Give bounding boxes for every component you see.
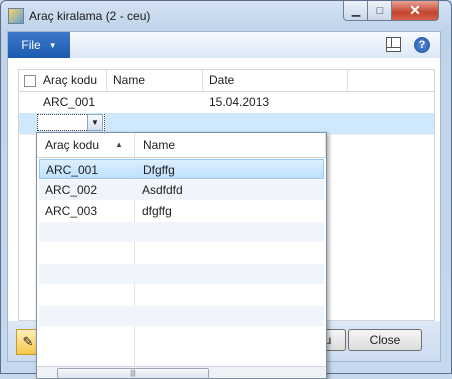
item-name: dfgffg	[142, 204, 172, 218]
file-menu-button[interactable]: File ▼	[8, 32, 70, 58]
select-all-checkbox[interactable]	[24, 75, 36, 87]
lookup-dropdown: Araç kodu ▲ Name ARC_001 Dfgffg ARC_002 …	[36, 132, 327, 379]
help-icon[interactable]: ?	[414, 37, 430, 53]
row-date: 15.04.2013	[209, 95, 270, 109]
minimize-button[interactable]: ▁	[343, 1, 369, 21]
list-item[interactable]: ARC_003 dfgffg	[39, 201, 324, 221]
item-code: ARC_002	[45, 183, 98, 197]
grid-header: Araç kodu Name Date	[19, 70, 434, 92]
minimize-icon: ▁	[351, 5, 361, 17]
empty-row	[39, 306, 324, 326]
app-icon	[8, 8, 24, 24]
item-name: Asdfdfd	[142, 183, 183, 197]
maximize-button[interactable]: □	[367, 1, 393, 21]
table-row[interactable]: ARC_001 15.04.2013	[19, 92, 434, 114]
title-bar[interactable]: Araç kiralama (2 - ceu) ▁ □ ✕	[1, 1, 451, 31]
empty-row	[39, 327, 324, 347]
list-item[interactable]: ARC_001 Dfgffg	[39, 159, 324, 179]
header-date[interactable]: Date	[203, 70, 348, 91]
item-name: Dfgffg	[143, 163, 175, 177]
layout-icon[interactable]	[386, 37, 401, 52]
close-button[interactable]: Close	[348, 329, 422, 351]
empty-row	[39, 222, 324, 242]
chevron-down-icon: ▼	[91, 118, 99, 127]
item-code: ARC_003	[45, 204, 98, 218]
empty-row	[39, 285, 324, 305]
file-label: File	[21, 38, 41, 52]
horizontal-scrollbar[interactable]: |||	[37, 366, 326, 378]
ribbon: File ▼ ?	[7, 31, 441, 59]
sort-ascending-icon: ▲	[115, 140, 123, 149]
lookup-header-label: Araç kodu	[45, 138, 100, 152]
close-window-button[interactable]: ✕	[391, 1, 439, 21]
row-name	[107, 92, 203, 113]
empty-row	[39, 264, 324, 284]
close-icon: ✕	[409, 2, 421, 18]
row-code: ARC_001	[43, 95, 96, 109]
item-code: ARC_001	[46, 163, 99, 177]
header-name[interactable]: Name	[107, 70, 203, 91]
chevron-down-icon: ▼	[48, 40, 57, 50]
lookup-dropdown-button[interactable]: ▼	[87, 114, 103, 131]
pencil-icon: ✎	[22, 334, 34, 349]
empty-row	[39, 243, 324, 263]
lookup-header-arac-kodu[interactable]: Araç kodu ▲	[37, 133, 135, 157]
lookup-header-name[interactable]: Name	[135, 133, 326, 157]
lookup-header: Araç kodu ▲ Name	[37, 133, 326, 158]
window-title: Araç kiralama (2 - ceu)	[29, 9, 151, 23]
maximize-icon: □	[376, 4, 384, 17]
header-arac-kodu[interactable]: Araç kodu	[37, 70, 107, 91]
list-item[interactable]: ARC_002 Asdfdfd	[39, 180, 324, 200]
